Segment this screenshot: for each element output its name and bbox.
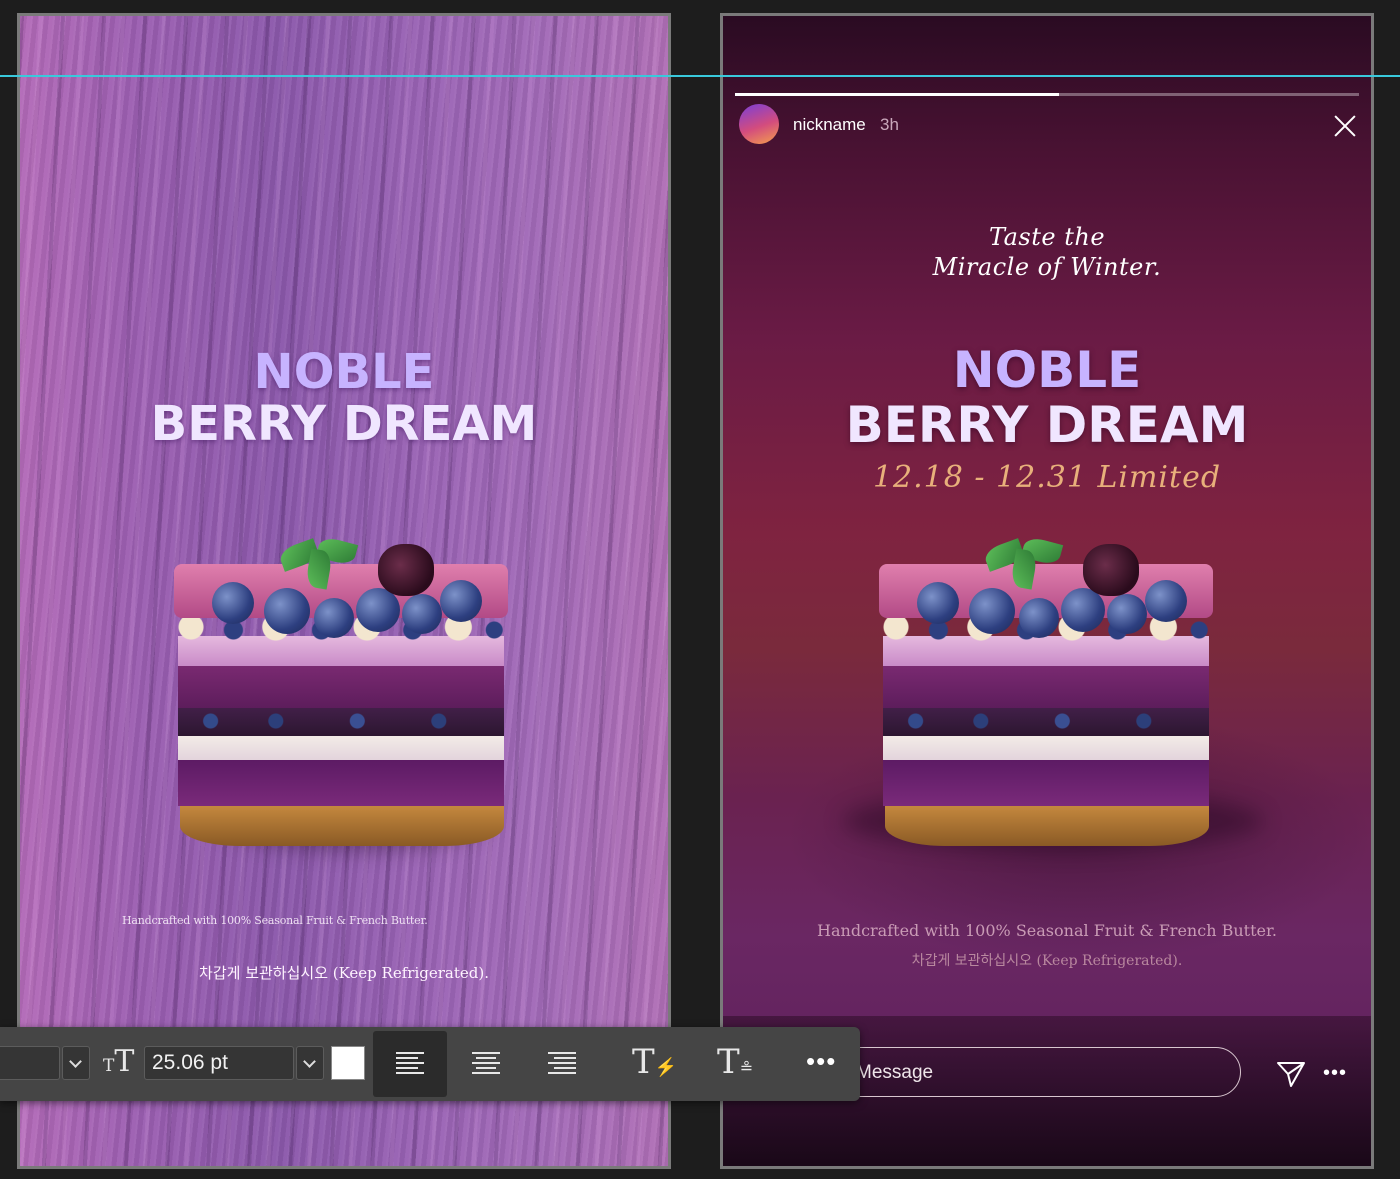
story-progress-fill: [735, 93, 1060, 96]
limited-dates: 12.18 - 12.31 Limited: [872, 460, 1222, 495]
text-context-toolbar: TT 25.06 pt T⚡ T≗ •••: [0, 1027, 860, 1101]
title-line-2: BERRY DREAM: [150, 396, 538, 452]
tagline-line-1: Taste the: [988, 223, 1106, 251]
post-time: 3h: [880, 115, 899, 134]
cake-image: [174, 535, 518, 876]
font-style-field[interactable]: [0, 1046, 60, 1080]
username[interactable]: nickname: [793, 115, 866, 135]
font-style-dropdown[interactable]: [62, 1046, 90, 1080]
artboard-story-preview[interactable]: nickname 3h Taste the Miracle of Winter.…: [720, 13, 1374, 1169]
artboard-left[interactable]: NOBLE BERRY DREAM Handcrafted with 100% …: [17, 13, 671, 1169]
text-color-swatch[interactable]: [331, 1046, 365, 1080]
align-right-icon[interactable]: [548, 1052, 576, 1076]
title-line-2: BERRY DREAM: [845, 396, 1249, 454]
title-text: NOBLE BERRY DREAM: [20, 346, 668, 450]
title-line-1: NOBLE: [952, 341, 1142, 399]
keep-refrigerated-note: 차갑게 보관하십시오 (Keep Refrigerated).: [199, 964, 489, 982]
ingredients-note: Handcrafted with 100% Seasonal Fruit & F…: [122, 914, 428, 927]
cake-image: [843, 535, 1263, 876]
send-icon[interactable]: [1276, 1060, 1306, 1088]
close-icon[interactable]: [1331, 112, 1359, 140]
tagline-line-2: Miracle of Winter.: [932, 253, 1162, 281]
text-options-icon[interactable]: T≗: [717, 1045, 753, 1085]
more-icon[interactable]: •••: [806, 1048, 836, 1074]
align-left-icon: [396, 1052, 424, 1076]
title-text: NOBLE BERRY DREAM: [723, 343, 1371, 453]
font-size-dropdown[interactable]: [296, 1046, 324, 1080]
story-progress-bar: [735, 93, 1359, 96]
ingredients-note: Handcrafted with 100% Seasonal Fruit & F…: [817, 921, 1277, 940]
tagline: Taste the Miracle of Winter.: [723, 222, 1371, 282]
message-placeholder: Message: [856, 1062, 934, 1083]
font-size-icon: TT: [103, 1044, 135, 1079]
text-warp-icon[interactable]: T⚡: [632, 1045, 677, 1085]
title-line-1: NOBLE: [253, 344, 435, 400]
canvas-guide-line[interactable]: [0, 75, 1400, 77]
align-center-icon[interactable]: [472, 1052, 500, 1076]
more-icon[interactable]: •••: [1323, 1062, 1347, 1085]
font-size-input[interactable]: 25.06 pt: [144, 1046, 294, 1080]
avatar[interactable]: [739, 104, 779, 144]
keep-refrigerated-note: 차갑게 보관하십시오 (Keep Refrigerated).: [911, 953, 1183, 969]
align-left-button[interactable]: [373, 1031, 447, 1097]
